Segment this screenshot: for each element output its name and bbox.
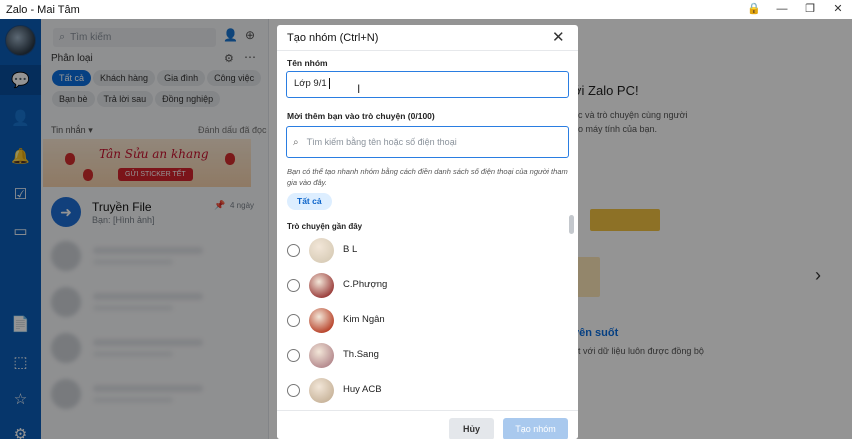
filter-all-chip[interactable]: Tất cả — [287, 193, 332, 210]
list-item[interactable]: C.Phượng — [277, 269, 572, 304]
minimize-icon[interactable]: — — [768, 0, 796, 19]
list-item[interactable]: Th.Sang — [277, 339, 572, 374]
cancel-button[interactable]: Hủy — [449, 418, 494, 439]
list-item[interactable]: B L — [277, 234, 572, 269]
friend-search-input[interactable]: ⌕ Tìm kiếm bằng tên hoặc số điện thoại — [286, 126, 569, 158]
select-radio[interactable] — [287, 244, 300, 257]
select-radio[interactable] — [287, 314, 300, 327]
add-friends-label: Mời thêm bạn vào trò chuyện (0/100) — [287, 111, 435, 121]
text-caret — [328, 77, 330, 89]
lock-icon[interactable]: 🔒 — [740, 0, 768, 19]
contact-name: Th.Sang — [343, 349, 379, 360]
select-radio[interactable] — [287, 349, 300, 362]
select-radio[interactable] — [287, 279, 300, 292]
search-icon: ⌕ — [293, 136, 299, 148]
close-icon[interactable]: ✕ — [552, 28, 565, 46]
list-item[interactable]: Huy ACB — [277, 374, 572, 409]
group-name-value: Lớp 9/1 — [294, 78, 327, 89]
avatar — [309, 343, 334, 368]
contact-name: C.Phượng — [343, 279, 388, 290]
text-cursor-icon: I — [357, 82, 361, 96]
avatar — [309, 378, 334, 403]
contact-name: Kim Ngân — [343, 314, 385, 325]
scrollbar[interactable] — [569, 215, 574, 234]
maximize-icon[interactable]: ❐ — [796, 0, 824, 19]
avatar — [309, 308, 334, 333]
create-group-dialog: Tạo nhóm (Ctrl+N) ✕ Tên nhóm Lớp 9/1 I M… — [277, 25, 578, 439]
avatar — [309, 273, 334, 298]
window-controls: 🔒 — ❐ ✕ — [740, 0, 852, 19]
list-item[interactable]: Kim Ngân — [277, 304, 572, 339]
hint-text: Bạn có thể tạo nhanh nhóm bằng cách điền… — [287, 167, 568, 187]
group-name-input[interactable]: Lớp 9/1 — [286, 71, 569, 98]
dialog-title: Tạo nhóm (Ctrl+N) — [287, 32, 379, 44]
window-title: Zalo - Mai Tâm — [6, 3, 80, 16]
group-name-label: Tên nhóm — [287, 58, 328, 68]
close-window-icon[interactable]: ✕ — [824, 0, 852, 19]
dialog-header: Tạo nhóm (Ctrl+N) ✕ — [277, 25, 578, 51]
select-radio[interactable] — [287, 384, 300, 397]
recent-chats-label: Trò chuyện gần đây — [287, 222, 363, 231]
contact-name: Huy ACB — [343, 384, 382, 395]
avatar — [309, 238, 334, 263]
dialog-footer: Hủy Tạo nhóm — [277, 410, 578, 439]
friend-search-placeholder: Tìm kiếm bằng tên hoặc số điện thoại — [306, 137, 457, 147]
contact-name: B L — [343, 244, 358, 255]
title-bar: Zalo - Mai Tâm 🔒 — ❐ ✕ — [0, 0, 852, 19]
create-group-button[interactable]: Tạo nhóm — [503, 418, 568, 439]
